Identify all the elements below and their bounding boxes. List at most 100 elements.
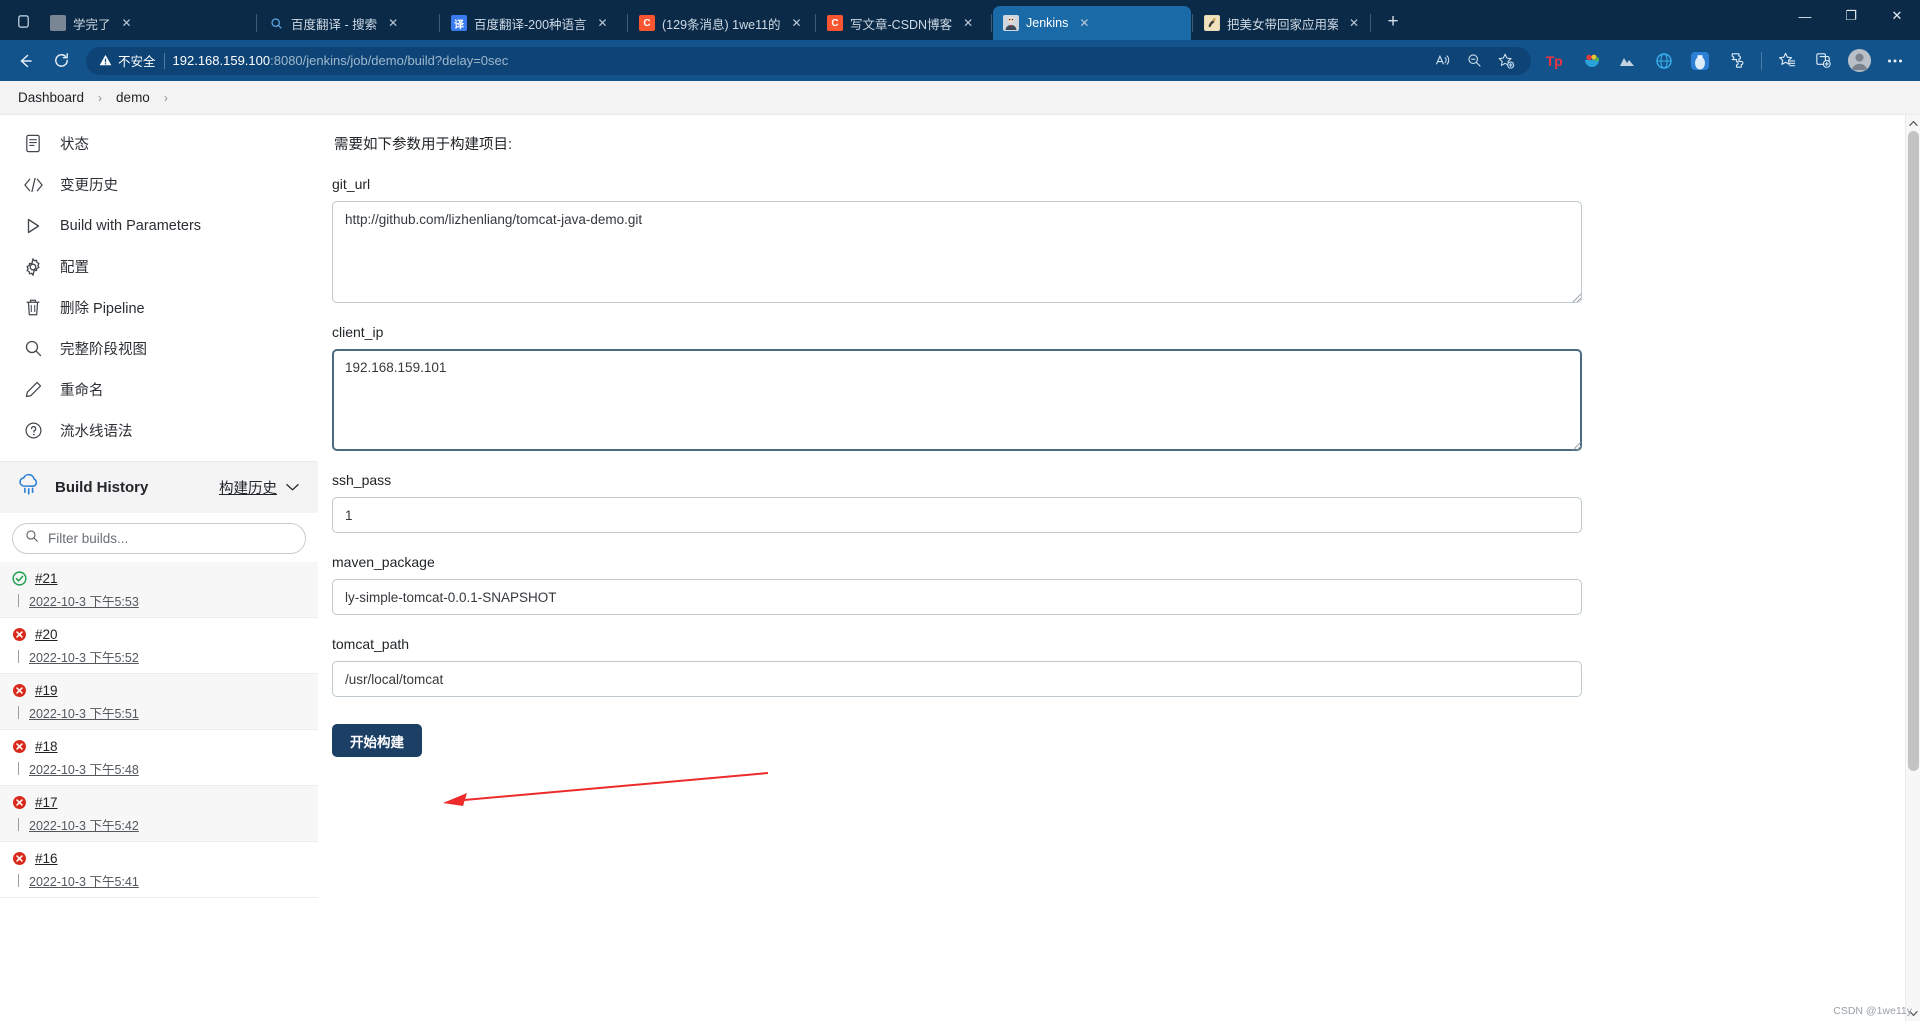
- collections-icon[interactable]: [1806, 46, 1840, 76]
- ssh-pass-input[interactable]: [332, 497, 1582, 533]
- tab-actions-icon[interactable]: [6, 4, 40, 38]
- sidebar-item-build-with-parameters[interactable]: Build with Parameters: [0, 205, 318, 246]
- scroll-up-arrow[interactable]: [1906, 115, 1920, 131]
- scroll-track[interactable]: [1906, 131, 1920, 1005]
- build-number[interactable]: #19: [35, 683, 58, 698]
- status-failed-icon: [12, 795, 27, 810]
- fruit-extension-icon[interactable]: [1575, 46, 1609, 76]
- address-bar[interactable]: 不安全 192.168.159.100:8080/jenkins/job/dem…: [86, 46, 1531, 75]
- build-timestamp[interactable]: 2022-10-3 下午5:41: [29, 871, 139, 890]
- close-icon[interactable]: ✕: [788, 14, 806, 32]
- sidebar-item-label: 流水线语法: [60, 424, 133, 440]
- maximize-button[interactable]: ❐: [1828, 0, 1874, 32]
- sidebar-item-configure[interactable]: 配置: [0, 246, 318, 287]
- tab-divider: [627, 14, 628, 32]
- tomcat-path-input[interactable]: [332, 661, 1582, 697]
- search-icon: [25, 529, 39, 548]
- build-timestamp[interactable]: 2022-10-3 下午5:53: [29, 591, 139, 610]
- build-history-item[interactable]: #19 2022-10-3 下午5:51: [0, 674, 318, 730]
- tab-divider: [815, 14, 816, 32]
- browser-tab-jenkins[interactable]: Jenkins ✕: [993, 6, 1191, 40]
- build-filter-box[interactable]: [12, 523, 306, 554]
- sidebar-item-status[interactable]: 状态: [0, 123, 318, 164]
- browser-tab-6[interactable]: 把美女带回家应用案 ✕: [1194, 6, 1369, 40]
- sidebar-item-full-stage-view[interactable]: 完整阶段视图: [0, 328, 318, 369]
- close-icon[interactable]: ✕: [959, 14, 977, 32]
- build-timestamp[interactable]: 2022-10-3 下午5:48: [29, 759, 139, 778]
- status-failed-icon: [12, 627, 27, 642]
- close-icon[interactable]: ✕: [594, 14, 612, 32]
- close-window-button[interactable]: ✕: [1874, 0, 1920, 32]
- sidebar-item-label: 变更历史: [60, 178, 118, 194]
- parameter-label: git_url: [332, 176, 371, 192]
- settings-more-icon[interactable]: [1878, 46, 1912, 76]
- pencil-icon: [22, 379, 44, 401]
- start-build-button[interactable]: 开始构建: [332, 724, 422, 757]
- close-icon[interactable]: ✕: [118, 14, 136, 32]
- build-history-actions: 构建历史: [219, 477, 300, 498]
- sidebar-item-changes[interactable]: 变更历史: [0, 164, 318, 205]
- build-number[interactable]: #17: [35, 795, 58, 810]
- build-number[interactable]: #16: [35, 851, 58, 866]
- mountain-extension-icon[interactable]: [1611, 46, 1645, 76]
- build-history-item[interactable]: #16 2022-10-3 下午5:41: [0, 842, 318, 898]
- build-number[interactable]: #20: [35, 627, 58, 642]
- build-history-title: Build History: [55, 479, 149, 496]
- browser-tab-2[interactable]: 译 百度翻译-200种语言 ✕: [441, 6, 626, 40]
- puzzle-icon[interactable]: [1719, 46, 1753, 76]
- vertical-scrollbar[interactable]: [1905, 115, 1920, 1021]
- profile-avatar[interactable]: [1842, 46, 1876, 76]
- penguin-extension-icon[interactable]: [1683, 46, 1717, 76]
- add-favorite-icon[interactable]: [1491, 47, 1521, 75]
- globe-extension-icon[interactable]: [1647, 46, 1681, 76]
- scroll-thumb[interactable]: [1907, 131, 1919, 771]
- sidebar-item-pipeline-syntax[interactable]: 流水线语法: [0, 410, 318, 451]
- jenkins-icon: [1003, 15, 1019, 31]
- browser-tab-4[interactable]: C 写文章-CSDN博客 ✕: [817, 6, 990, 40]
- chevron-down-icon[interactable]: [285, 481, 300, 495]
- baidu-translate-icon: 译: [451, 15, 467, 31]
- search-icon: [22, 338, 44, 360]
- toolbar-divider: [1761, 51, 1762, 70]
- browser-tab-1[interactable]: 百度翻译 - 搜索 ✕: [258, 6, 438, 40]
- sidebar-item-delete-pipeline[interactable]: 删除 Pipeline: [0, 287, 318, 328]
- build-number[interactable]: #18: [35, 739, 58, 754]
- build-history-header: Build History 构建历史: [0, 461, 318, 513]
- close-icon[interactable]: ✕: [384, 14, 402, 32]
- maven-package-input[interactable]: [332, 579, 1582, 615]
- client-ip-textarea[interactable]: [332, 349, 1582, 451]
- tab-divider: [256, 14, 257, 32]
- parameter-field-tomcat-path: tomcat_path: [332, 636, 1920, 697]
- build-history-link[interactable]: 构建历史: [219, 477, 277, 498]
- browser-tab-3[interactable]: C (129条消息) 1we11的 ✕: [629, 6, 814, 40]
- favorites-icon[interactable]: [1770, 46, 1804, 76]
- breadcrumb-demo[interactable]: demo: [112, 88, 154, 107]
- security-indicator[interactable]: 不安全: [98, 51, 156, 70]
- parameter-field-git-url: git_url: [332, 176, 1920, 303]
- close-icon[interactable]: ✕: [1345, 14, 1363, 32]
- breadcrumb-dashboard[interactable]: Dashboard: [14, 88, 88, 107]
- build-filter-input[interactable]: [48, 531, 293, 546]
- build-history-item[interactable]: #20 2022-10-3 下午5:52: [0, 618, 318, 674]
- minimize-button[interactable]: —: [1782, 0, 1828, 32]
- close-icon[interactable]: ✕: [1075, 14, 1093, 32]
- tp-extension-icon[interactable]: Tp: [1539, 46, 1573, 76]
- read-aloud-icon[interactable]: [1427, 47, 1457, 75]
- build-timestamp[interactable]: 2022-10-3 下午5:52: [29, 647, 139, 666]
- back-icon[interactable]: [8, 46, 42, 76]
- build-history-item[interactable]: #18 2022-10-3 下午5:48: [0, 730, 318, 786]
- build-tick: [18, 818, 19, 831]
- sidebar-item-rename[interactable]: 重命名: [0, 369, 318, 410]
- build-number[interactable]: #21: [35, 571, 58, 586]
- zoom-out-icon[interactable]: [1459, 47, 1489, 75]
- build-history-item[interactable]: #17 2022-10-3 下午5:42: [0, 786, 318, 842]
- parameter-field-ssh-pass: ssh_pass: [332, 472, 1920, 533]
- git-url-textarea[interactable]: [332, 201, 1582, 303]
- build-history-item[interactable]: #21 2022-10-3 下午5:53: [0, 562, 318, 618]
- build-timestamp[interactable]: 2022-10-3 下午5:42: [29, 815, 139, 834]
- new-tab-button[interactable]: +: [1378, 7, 1408, 37]
- browser-tab-0[interactable]: 学完了 ✕: [40, 6, 255, 40]
- reload-icon[interactable]: [44, 46, 78, 76]
- tab-title: 学完了: [73, 17, 111, 32]
- build-timestamp[interactable]: 2022-10-3 下午5:51: [29, 703, 139, 722]
